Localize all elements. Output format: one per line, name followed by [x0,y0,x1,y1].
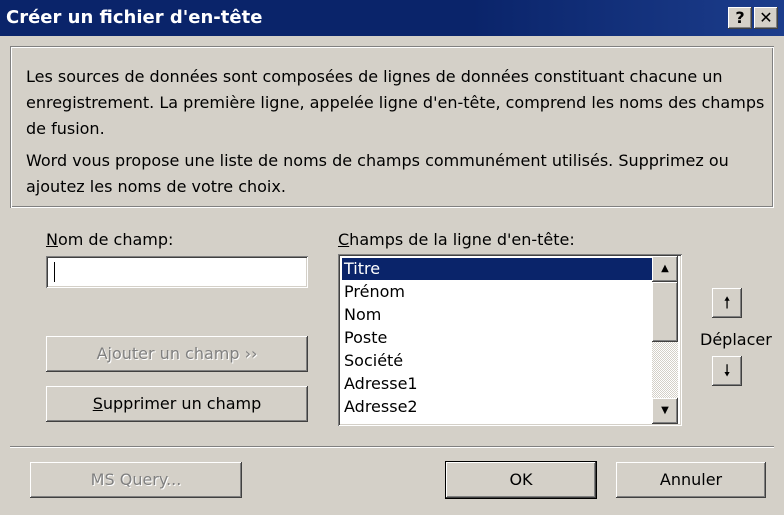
list-item[interactable]: Poste [342,327,652,349]
help-button[interactable]: ? [728,7,752,29]
list-item[interactable]: Adresse1 [342,373,652,395]
add-field-button[interactable]: Ajouter un champ ›› [46,336,308,372]
ms-query-button[interactable]: MS Query... [30,462,242,498]
list-item[interactable]: Nom [342,304,652,326]
arrow-up-icon: 🠕 [723,293,731,312]
header-fields-label: Champs de la ligne d'en-tête: [338,230,575,249]
move-up-button[interactable]: 🠕 [712,288,742,318]
remove-field-button[interactable]: Supprimer un champ [46,386,308,422]
list-scrollbar[interactable]: ▲ ▼ [652,256,678,424]
divider [10,446,774,448]
close-button[interactable]: ✕ [754,7,778,29]
field-name-input[interactable] [46,256,308,288]
info-paragraph-2: Word vous propose une liste de noms de c… [26,151,729,196]
dialog-window: Créer un fichier d'en-tête ? ✕ Les sourc… [0,0,784,515]
info-panel: Les sources de données sont composées de… [10,46,774,208]
arrow-down-icon: 🠗 [723,361,731,380]
triangle-up-icon: ▲ [661,263,669,274]
field-name-label: Nom de champ: [46,230,174,249]
text-caret [54,262,55,282]
cancel-button[interactable]: Annuler [616,462,766,498]
ok-button[interactable]: OK [445,461,597,499]
help-icon: ? [735,8,745,27]
header-fields-list[interactable]: Titre Prénom Nom Poste Société Adresse1 … [338,254,682,426]
move-label: Déplacer [700,330,772,349]
scroll-down-button[interactable]: ▼ [652,398,678,424]
list-item[interactable]: Société [342,350,652,372]
scroll-up-button[interactable]: ▲ [652,256,678,282]
scroll-thumb[interactable] [652,282,678,342]
list-item[interactable]: Prénom [342,281,652,303]
close-icon: ✕ [759,8,773,27]
info-paragraph-1: Les sources de données sont composées de… [26,67,765,138]
move-down-button[interactable]: 🠗 [712,356,742,386]
title-bar[interactable]: Créer un fichier d'en-tête ? ✕ [0,0,784,36]
list-item[interactable]: Titre [342,258,652,280]
window-title: Créer un fichier d'en-tête [6,7,263,28]
triangle-down-icon: ▼ [661,405,669,416]
list-item[interactable]: Adresse2 [342,396,652,418]
